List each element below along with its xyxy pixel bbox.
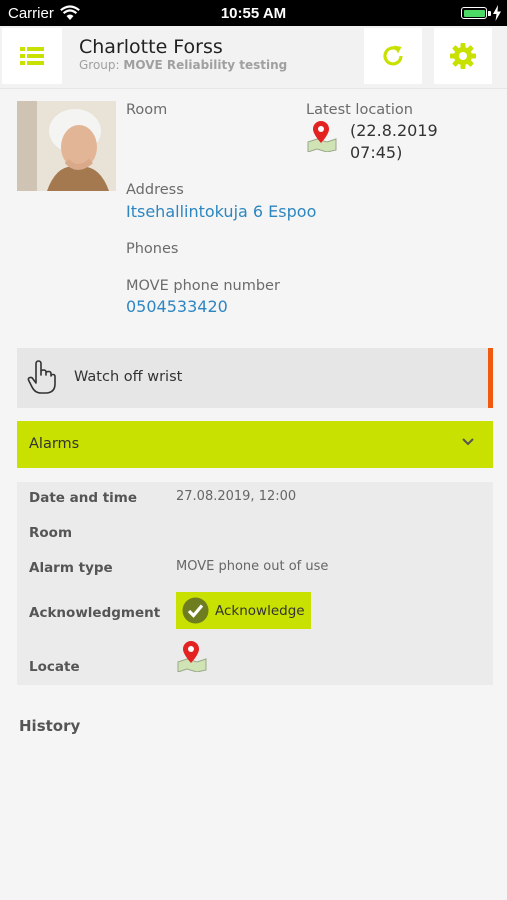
acknowledge-button-label: Acknowledge — [215, 603, 305, 619]
acknowledgment-label: Acknowledgment — [29, 605, 161, 621]
alarms-title: Alarms — [29, 436, 80, 452]
address-link[interactable]: Itsehallintokuja 6 Espoo — [126, 202, 316, 221]
menu-button[interactable] — [2, 28, 62, 84]
group-label: Group: — [79, 58, 120, 72]
latest-location-value: (22.8.2019 07:45) — [350, 121, 438, 162]
latest-location-label: Latest location — [306, 102, 413, 118]
charging-icon — [493, 5, 501, 21]
refresh-button[interactable] — [364, 28, 422, 84]
refresh-icon — [383, 45, 403, 66]
alarm-details: Date and time 27.08.2019, 12:00 Room Ala… — [17, 482, 493, 685]
avatar — [17, 101, 116, 191]
list-icon — [20, 47, 44, 65]
status-bar: Carrier 10:55 AM — [0, 0, 507, 26]
date-time-value: 27.08.2019, 12:00 — [176, 489, 297, 504]
locate-label: Locate — [29, 659, 80, 675]
top-bar: Charlotte Forss Group: MOVE Reliability … — [0, 26, 507, 89]
clock: 10:55 AM — [220, 5, 287, 22]
alarms-section-toggle[interactable]: Alarms — [17, 421, 493, 468]
address-label: Address — [126, 182, 184, 198]
history-title: History — [19, 717, 81, 735]
settings-button[interactable] — [434, 28, 492, 84]
chevron-down-icon — [462, 438, 474, 446]
locate-map-icon[interactable] — [175, 640, 209, 672]
phones-label: Phones — [126, 241, 179, 257]
check-circle-icon — [182, 597, 209, 624]
hand-pointer-icon — [27, 360, 56, 394]
battery-icon — [461, 7, 487, 19]
room-label: Room — [126, 102, 168, 118]
alarm-type-value: MOVE phone out of use — [176, 559, 329, 574]
page-title: Charlotte Forss — [79, 36, 223, 58]
watch-off-wrist-label: Watch off wrist — [74, 369, 183, 385]
alarm-type-label: Alarm type — [29, 560, 113, 576]
portrait-image — [17, 101, 116, 191]
watch-off-wrist-notice[interactable]: Watch off wrist — [17, 348, 493, 408]
group-name: MOVE Reliability testing — [123, 58, 288, 72]
gear-icon — [450, 43, 476, 69]
acknowledge-button[interactable]: Acknowledge — [176, 592, 311, 629]
group-subtitle: Group: MOVE Reliability testing — [79, 58, 287, 72]
move-phone-label: MOVE phone number — [126, 278, 280, 294]
move-phone-link[interactable]: 0504533420 — [126, 297, 228, 316]
location-map-icon[interactable] — [305, 120, 339, 152]
alarm-room-label: Room — [29, 525, 73, 541]
date-time-label: Date and time — [29, 490, 138, 506]
